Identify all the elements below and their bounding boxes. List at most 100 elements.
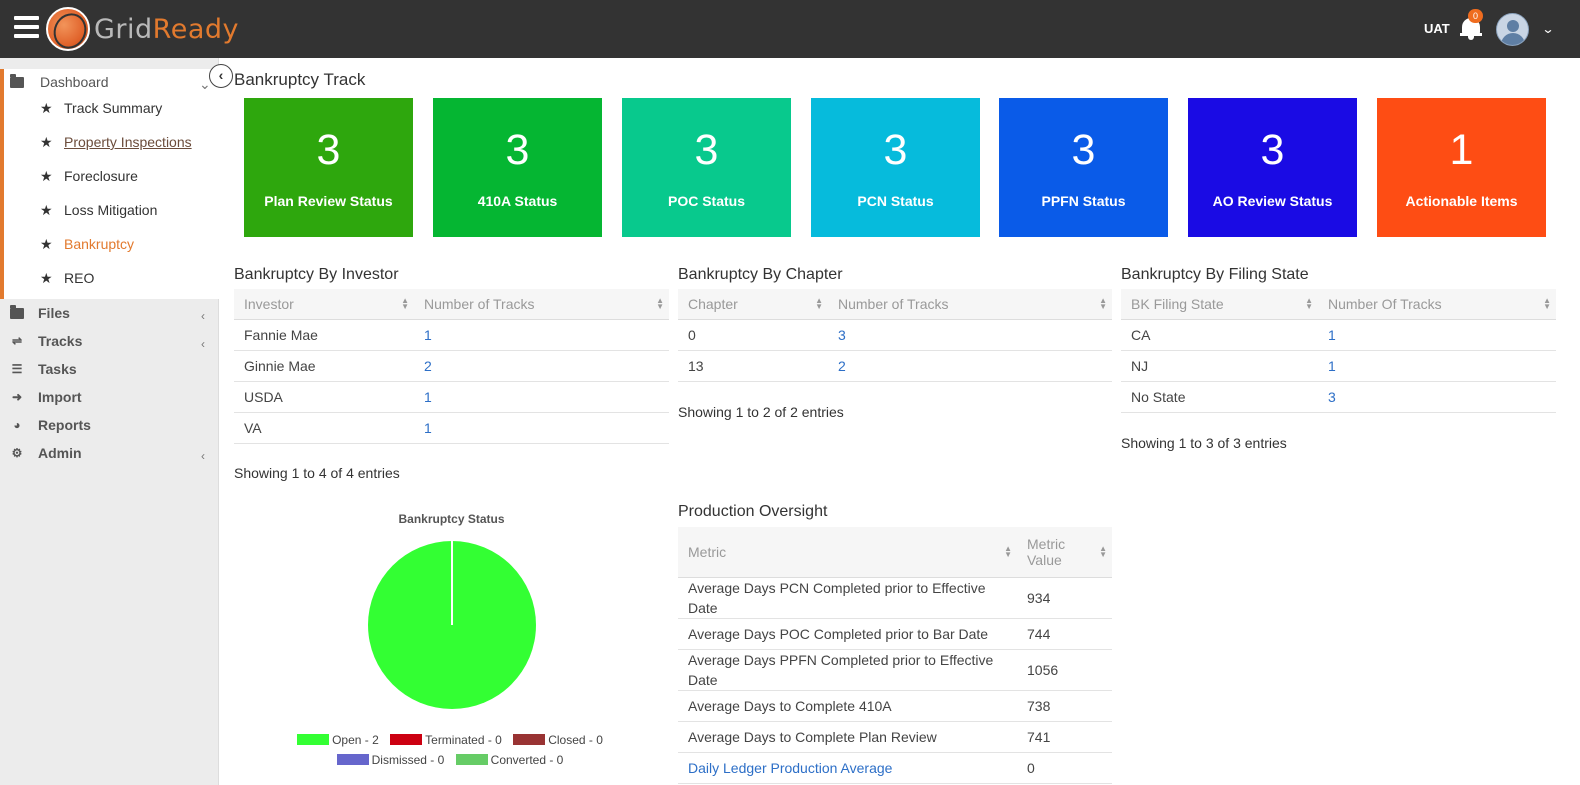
table-cell[interactable]: 3: [828, 319, 1112, 351]
table-cell: 934: [1017, 577, 1112, 619]
column-header[interactable]: Metric Value ▲ ▼: [1017, 527, 1112, 578]
shuffle-icon: ⇌: [11, 334, 23, 348]
sidebar-collapse-button[interactable]: ‹: [209, 64, 233, 88]
sidebar-item-label: Reports: [38, 417, 91, 433]
column-header[interactable]: Investor ▲ ▼: [234, 289, 414, 320]
sidebar-item-label: Import: [38, 389, 82, 405]
chevron-left-icon[interactable]: ‹: [201, 309, 205, 323]
column-header[interactable]: Chapter ▲ ▼: [678, 289, 828, 320]
table-row: 03: [678, 319, 1112, 351]
table-row: 13 2: [678, 350, 1112, 382]
table-cell[interactable]: 2: [414, 350, 669, 382]
column-header-label: Number Of Tracks: [1328, 295, 1442, 312]
sidebar-item-foreclosure[interactable]: ★ Foreclosure: [40, 166, 138, 186]
legend-label: Open - 2: [332, 733, 379, 747]
table-cell[interactable]: 1: [1318, 319, 1556, 351]
sidebar-item-reo[interactable]: ★ REO: [40, 268, 94, 288]
status-tile[interactable]: 3 410A Status: [433, 98, 602, 237]
legend-label: Dismissed - 0: [371, 753, 445, 767]
chevron-left-icon[interactable]: ‹: [201, 337, 205, 351]
pie-chart: [368, 541, 536, 709]
sidebar: Dashboard ⌄ ★ Track Summary ★ Property Ins…: [0, 58, 219, 785]
table-cell[interactable]: Daily Ledger Production Average: [678, 752, 1017, 784]
sidebar-item-bankruptcy[interactable]: ★ Bankruptcy: [40, 234, 134, 254]
avatar[interactable]: [1496, 13, 1529, 46]
column-header[interactable]: Number Of Tracks ▲ ▼: [1318, 289, 1556, 320]
table-row: Average Days PPFN Completed prior to Eff…: [678, 649, 1112, 691]
table-cell[interactable]: 1: [414, 319, 669, 351]
table-cell: Ginnie Mae: [234, 350, 414, 382]
table-row: NJ 1: [1121, 350, 1556, 382]
sidebar-item-tasks[interactable]: ☰ Tasks: [10, 361, 77, 377]
status-tile[interactable]: 3 AO Review Status: [1188, 98, 1357, 237]
sort-icon[interactable]: ▲ ▼: [1099, 544, 1107, 558]
legend-swatch: [390, 734, 423, 745]
column-header[interactable]: BK Filing State ▲ ▼: [1121, 289, 1318, 320]
legend-item[interactable]: Dismissed - 0: [336, 753, 445, 767]
tile-label: PPFN Status: [1041, 193, 1126, 209]
chevron-down-icon[interactable]: ⌄: [1541, 22, 1554, 36]
sidebar-item-dashboard[interactable]: Dashboard: [10, 71, 109, 93]
status-tile[interactable]: 3 PPFN Status: [999, 98, 1168, 237]
table-cell[interactable]: 2: [828, 350, 1112, 382]
sidebar-item-admin[interactable]: ⚙ Admin: [10, 445, 82, 461]
sidebar-item-tracks[interactable]: ⇌ Tracks: [10, 333, 82, 349]
star-icon: ★: [40, 201, 53, 218]
sort-icon[interactable]: ▲ ▼: [1543, 296, 1551, 310]
sort-icon[interactable]: ▲ ▼: [1099, 296, 1107, 310]
column-header[interactable]: Number of Tracks ▲ ▼: [414, 289, 669, 320]
sidebar-item-reports[interactable]: ◕ Reports: [10, 417, 91, 433]
star-icon: ★: [40, 269, 53, 286]
table-cell[interactable]: 1: [1318, 350, 1556, 382]
menu-icon[interactable]: [14, 16, 39, 38]
sidebar-item-files[interactable]: Files: [10, 304, 70, 321]
legend-label: Terminated - 0: [425, 733, 502, 747]
legend-swatch: [513, 734, 546, 745]
state-table-info: Showing 1 to 3 of 3 entries: [1121, 435, 1287, 451]
page-title: Bankruptcy Track: [234, 70, 366, 89]
table-row: Average Days to Complete 410A 738: [678, 690, 1112, 722]
column-header-label: Number of Tracks: [838, 295, 949, 312]
status-tile[interactable]: 3 PCN Status: [811, 98, 980, 237]
table-cell: VA: [234, 412, 414, 444]
status-tile[interactable]: 3 Plan Review Status: [244, 98, 413, 237]
sidebar-item-import[interactable]: ➜ Import: [10, 389, 82, 405]
logo-icon[interactable]: [46, 7, 90, 51]
legend-item[interactable]: Terminated - 0: [390, 733, 502, 747]
table-row: USDA 1: [234, 381, 669, 413]
sidebar-item-track-summary[interactable]: ★ Track Summary: [40, 98, 162, 118]
folder-icon: [10, 73, 24, 88]
sidebar-item-loss-mitigation[interactable]: ★ Loss Mitigation: [40, 200, 157, 220]
sort-icon[interactable]: ▲ ▼: [1004, 544, 1012, 558]
sidebar-item-label: Files: [38, 305, 70, 321]
status-tile[interactable]: 3 POC Status: [622, 98, 791, 237]
table-cell[interactable]: 3: [1318, 381, 1556, 413]
logo-text-grid: Grid: [94, 14, 153, 45]
table-row: Ginnie Mae 2: [234, 350, 669, 382]
app-logo[interactable]: GridReady: [94, 14, 239, 45]
table-cell: 0: [678, 319, 828, 351]
table-row: Fannie Mae 1: [234, 319, 669, 351]
sidebar-item-label: Property Inspections: [64, 134, 192, 150]
tile-label: Plan Review Status: [264, 193, 393, 209]
table-cell[interactable]: 1: [414, 381, 669, 413]
legend-item[interactable]: Closed - 0: [513, 733, 603, 747]
column-header[interactable]: Number of Tracks ▲ ▼: [828, 289, 1112, 320]
column-header[interactable]: Metric ▲ ▼: [678, 527, 1017, 578]
sort-icon[interactable]: ▲ ▼: [1305, 296, 1313, 310]
state-section-title: Bankruptcy By Filing State: [1121, 266, 1309, 283]
table-cell: Average Days PCN Completed prior to Effe…: [678, 577, 1017, 619]
sort-icon[interactable]: ▲ ▼: [401, 296, 409, 310]
list-icon: ☰: [11, 362, 23, 376]
chevron-left-icon[interactable]: ‹: [201, 449, 205, 463]
sidebar-item-label: Track Summary: [64, 100, 163, 116]
table-cell[interactable]: 1: [414, 412, 669, 444]
status-tile[interactable]: 1 Actionable Items: [1377, 98, 1546, 237]
sidebar-item-property-inspections[interactable]: ★ Property Inspections: [40, 132, 192, 152]
legend-item[interactable]: Converted - 0: [455, 753, 563, 767]
sort-icon[interactable]: ▲ ▼: [656, 296, 664, 310]
legend-item[interactable]: Open - 2: [297, 733, 379, 747]
table-cell: Average Days to Complete 410A: [678, 690, 1017, 722]
sort-icon[interactable]: ▲ ▼: [815, 296, 823, 310]
legend-swatch: [455, 754, 488, 765]
